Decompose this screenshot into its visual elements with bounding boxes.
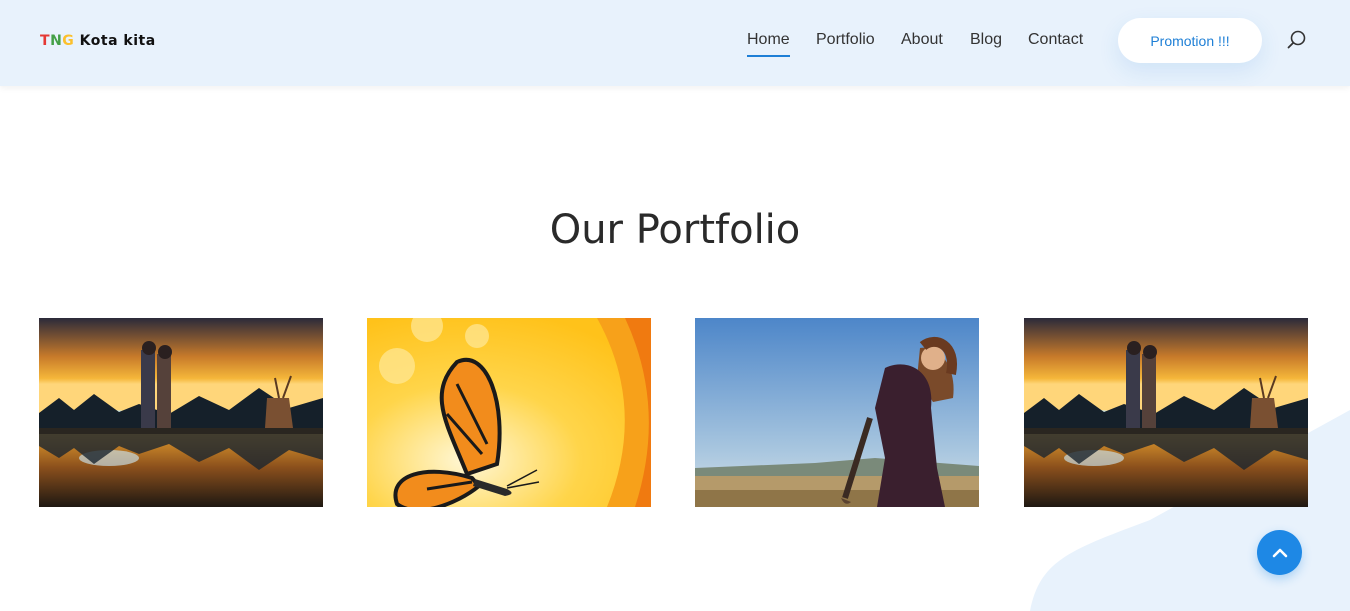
chevron-up-icon [1272,548,1287,557]
brand-logo[interactable]: TNG Kota kita [40,33,156,49]
sunset-couple-deer-image [39,318,323,507]
woman-with-guitar-image [695,318,979,507]
brand-letter-t: T [40,33,51,49]
portfolio-item-1[interactable] [39,318,323,507]
brand-letter-g: G [62,33,75,49]
section-title: Our Portfolio [549,207,801,253]
site-header: TNG Kota kita Home Portfolio About Blog … [0,0,1350,86]
portfolio-item-4[interactable] [1024,318,1308,507]
nav-about[interactable]: About [901,30,943,50]
nav-home[interactable]: Home [747,30,790,57]
nav-contact[interactable]: Contact [1028,30,1083,50]
nav-portfolio[interactable]: Portfolio [816,30,875,50]
portfolio-item-3[interactable] [695,318,979,507]
sunset-couple-deer-image [1024,318,1308,507]
nav-blog[interactable]: Blog [970,30,1002,50]
scroll-to-top-button[interactable] [1257,530,1302,575]
portfolio-item-2[interactable] [367,318,651,507]
brand-name: Kota kita [74,33,156,49]
orange-butterfly-image [367,318,651,507]
search-icon[interactable] [1286,29,1308,51]
brand-letter-n: N [50,33,63,49]
promotion-button[interactable]: Promotion !!! [1118,18,1262,63]
